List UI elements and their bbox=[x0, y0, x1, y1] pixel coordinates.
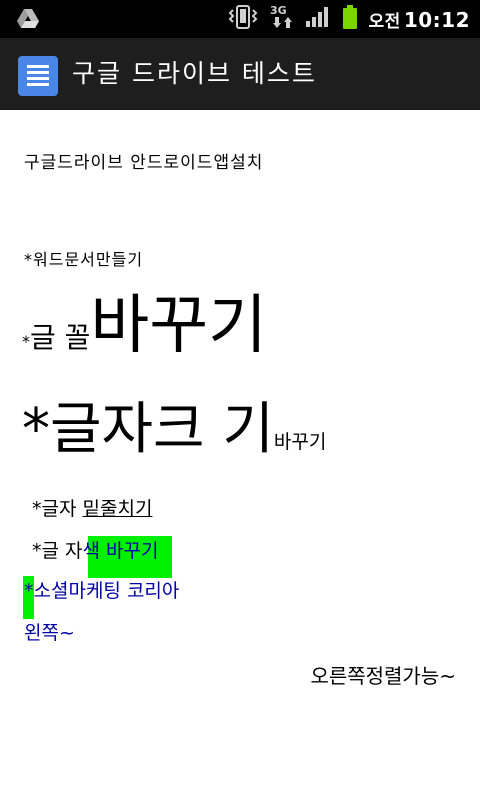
doc-underlined-text: 밑줄치기 bbox=[82, 498, 153, 520]
doc-size-small: 바꾸기 bbox=[273, 431, 327, 453]
doc-line-color: *글 자색 바꾸기 bbox=[32, 536, 158, 563]
action-bar: 구글 드라이브 테스트 bbox=[0, 38, 480, 110]
doc-color-prefix: *글 자 bbox=[32, 540, 83, 562]
app-title: 구글 드라이브 테스트 bbox=[72, 59, 317, 88]
doc-size-big: *글자크 기 bbox=[22, 397, 274, 462]
signal-icon bbox=[305, 6, 331, 32]
doc-line-left: 왼쪽~ bbox=[24, 622, 75, 644]
status-bar: 3G 오전 10:12 bbox=[0, 0, 480, 38]
time-value: 10:12 bbox=[403, 7, 470, 32]
battery-icon bbox=[341, 4, 359, 34]
doc-line-social[interactable]: *소셜마케팅 코리아 bbox=[24, 576, 179, 603]
3g-data-icon: 3G bbox=[269, 3, 295, 35]
network-type-label: 3G bbox=[270, 4, 287, 17]
drive-notification-icon bbox=[16, 8, 40, 30]
doc-line-underline: *글자 밑줄치기 bbox=[32, 494, 152, 521]
doc-line-font-size: *글자크 기바꾸기 bbox=[22, 392, 326, 481]
doc-line-right-align: 오른쪽정렬가능~ bbox=[310, 664, 456, 688]
document-body[interactable]: 구글드라이브 안드로이드앱설치 *워드문서만들기 *글 꼴바꾸기 *글자크 기바… bbox=[0, 110, 480, 800]
clock: 오전 10:12 bbox=[369, 7, 470, 32]
doc-font-mid: 글 꼴 bbox=[30, 321, 91, 354]
doc-asterisk-small: * bbox=[22, 332, 30, 351]
vibrate-icon bbox=[227, 4, 259, 34]
doc-line-word: *워드문서만들기 bbox=[24, 250, 144, 269]
doc-highlighted-text: 색 바꾸기 bbox=[82, 540, 159, 562]
doc-underline-prefix: *글자 bbox=[32, 498, 83, 520]
doc-line-install: 구글드라이브 안드로이드앱설치 bbox=[24, 153, 264, 173]
doc-font-big: 바꾸기 bbox=[90, 289, 268, 363]
time-prefix: 오전 bbox=[368, 11, 401, 32]
document-icon[interactable] bbox=[18, 56, 58, 96]
doc-line-font-change: *글 꼴바꾸기 bbox=[22, 286, 267, 382]
